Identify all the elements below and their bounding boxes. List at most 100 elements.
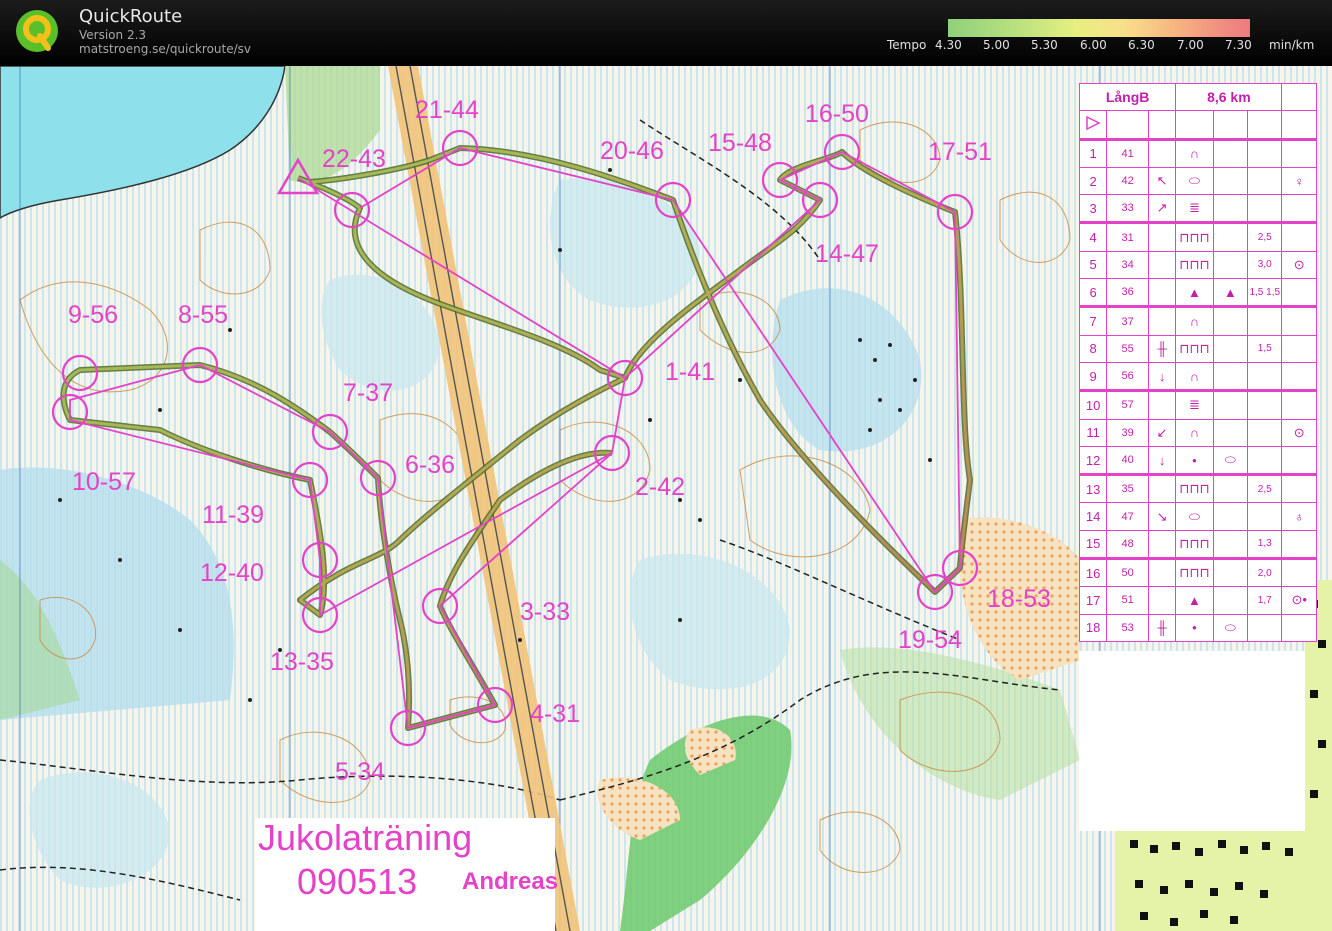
control-label: 7-37 [343, 379, 393, 407]
location-symbol [1281, 278, 1317, 308]
dimension [1247, 194, 1283, 224]
app-url: matstroeng.se/quickroute/sv [79, 42, 252, 56]
control-label: 1-41 [665, 358, 715, 386]
detail-symbol [1212, 389, 1249, 420]
tempo-unit: min/km [1269, 38, 1315, 52]
direction-symbol: ╫ [1147, 613, 1177, 642]
control-label: 14-47 [815, 240, 879, 268]
detail-symbol [1212, 250, 1249, 280]
direction-symbol: ↓ [1147, 361, 1177, 392]
feature-symbol: ▲ [1175, 586, 1214, 615]
control-number: 11 [1078, 418, 1108, 447]
control-number: 9 [1078, 361, 1108, 392]
control-label: 19-54 [898, 626, 962, 654]
description-row: 3 33 ↗ ≣ [1078, 194, 1317, 224]
location-symbol [1281, 389, 1317, 420]
description-row: 14 47 ↘ ⬭ ♁ [1078, 502, 1317, 531]
location-symbol: ⊙ [1281, 418, 1317, 447]
control-label: 20-46 [600, 137, 664, 165]
start-triangle-icon [1078, 110, 1108, 140]
control-label: 13-35 [270, 648, 334, 676]
dimension: 2,0 [1247, 557, 1283, 588]
tempo-label: Tempo [887, 38, 927, 52]
description-row: 7 37 ∩ [1078, 305, 1317, 336]
dimension [1247, 418, 1283, 447]
control-label: 3-33 [520, 598, 570, 626]
feature-symbol: ≣ [1175, 194, 1214, 224]
control-label: 9-56 [68, 301, 118, 329]
description-row: 15 48 ⊓⊓⊓ 1,3 [1078, 529, 1317, 560]
description-row: 10 57 ≣ [1078, 389, 1317, 420]
map-title-line2: 090513 [297, 861, 417, 902]
description-row: 6 36 ▲ ▲ 1,5 1,5 [1078, 278, 1317, 308]
control-number: 10 [1078, 389, 1108, 420]
detail-symbol [1212, 194, 1249, 224]
direction-symbol [1147, 278, 1177, 308]
detail-symbol [1212, 557, 1249, 588]
location-symbol: ♀ [1281, 166, 1317, 196]
direction-symbol [1147, 137, 1177, 168]
control-number: 14 [1078, 502, 1108, 531]
tempo-color-scale [948, 19, 1250, 37]
course-length: 8,6 km [1175, 82, 1283, 112]
detail-symbol [1212, 221, 1249, 252]
tempo-tick: 5.30 [1031, 38, 1058, 52]
control-code: 34 [1106, 250, 1149, 280]
feature-symbol: ∩ [1175, 305, 1214, 336]
quickroute-logo-icon [16, 10, 58, 52]
control-code: 37 [1106, 305, 1149, 336]
direction-symbol: ╫ [1147, 334, 1177, 363]
control-number: 8 [1078, 334, 1108, 363]
detail-symbol [1212, 529, 1249, 560]
dimension [1247, 613, 1283, 642]
feature-symbol: • [1175, 445, 1214, 476]
dimension: 2,5 [1247, 221, 1283, 252]
feature-symbol: ∩ [1175, 361, 1214, 392]
control-label: 16-50 [805, 100, 869, 128]
control-number: 6 [1078, 278, 1108, 308]
location-symbol [1281, 137, 1317, 168]
dimension [1247, 137, 1283, 168]
description-row: 8 55 ╫ ⊓⊓⊓ 1,5 [1078, 334, 1317, 363]
feature-symbol: ⊓⊓⊓ [1175, 473, 1214, 504]
feature-symbol: ⬭ [1175, 166, 1214, 196]
description-row: 11 39 ↙ ∩ ⊙ [1078, 418, 1317, 447]
direction-symbol [1147, 586, 1177, 615]
app-version: Version 2.3 [79, 28, 147, 42]
detail-symbol [1212, 334, 1249, 363]
description-row: 18 53 ╫ • ⬭ [1078, 613, 1317, 642]
detail-symbol [1212, 305, 1249, 336]
control-number: 1 [1078, 137, 1108, 168]
control-number: 5 [1078, 250, 1108, 280]
description-row: 16 50 ⊓⊓⊓ 2,0 [1078, 557, 1317, 588]
control-code: 39 [1106, 418, 1149, 447]
location-symbol [1281, 557, 1317, 588]
control-code: 40 [1106, 445, 1149, 476]
description-row: 9 56 ↓ ∩ [1078, 361, 1317, 392]
direction-symbol [1147, 305, 1177, 336]
location-symbol [1281, 361, 1317, 392]
app-title: QuickRoute [79, 6, 183, 27]
control-code: 50 [1106, 557, 1149, 588]
control-label: 5-34 [335, 758, 385, 786]
detail-symbol [1212, 586, 1249, 615]
direction-symbol [1147, 389, 1177, 420]
control-label: 22-43 [322, 145, 386, 173]
detail-symbol: ▲ [1212, 278, 1249, 308]
tempo-tick: 4.30 [935, 38, 962, 52]
detail-symbol [1212, 502, 1249, 531]
runner-name: Andreas [462, 868, 558, 895]
control-label: 6-36 [405, 451, 455, 479]
tempo-tick: 7.00 [1177, 38, 1204, 52]
control-number: 7 [1078, 305, 1108, 336]
detail-symbol [1212, 166, 1249, 196]
direction-symbol: ↘ [1147, 502, 1177, 531]
control-number: 17 [1078, 586, 1108, 615]
direction-symbol [1147, 250, 1177, 280]
feature-symbol: ⊓⊓⊓ [1175, 221, 1214, 252]
dimension [1247, 502, 1283, 531]
control-code: 51 [1106, 586, 1149, 615]
direction-symbol: ↗ [1147, 194, 1177, 224]
feature-symbol: ⊓⊓⊓ [1175, 557, 1214, 588]
direction-symbol [1147, 557, 1177, 588]
